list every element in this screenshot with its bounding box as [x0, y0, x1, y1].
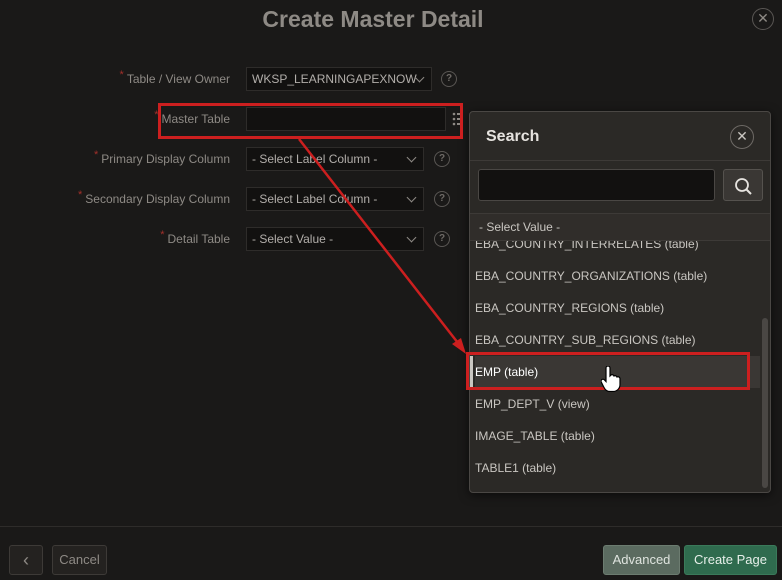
list-item[interactable]: EMP_DEPT_V (view) [475, 388, 760, 420]
help-icon[interactable]: ? [434, 231, 450, 247]
primary-display-label: Primary Display Column [101, 152, 230, 166]
list-item[interactable]: EBA_COUNTRY_REGIONS (table) [475, 292, 760, 324]
owner-select[interactable]: WKSP_LEARNINGAPEXNOW [246, 67, 432, 91]
secondary-display-label: Secondary Display Column [85, 192, 230, 206]
help-icon[interactable]: ? [441, 71, 457, 87]
close-icon[interactable]: ✕ [752, 8, 774, 30]
primary-display-value: - Select Label Column - [252, 152, 378, 166]
close-icon[interactable]: ✕ [730, 125, 754, 149]
hand-cursor-icon [601, 366, 621, 392]
master-table-highlight [158, 103, 463, 139]
chevron-down-icon [406, 192, 417, 203]
help-icon[interactable]: ? [434, 151, 450, 167]
detail-table-select[interactable]: - Select Value - [246, 227, 424, 251]
search-input[interactable] [478, 169, 715, 201]
primary-display-select[interactable]: - Select Label Column - [246, 147, 424, 171]
search-button[interactable] [723, 169, 763, 201]
required-mark: * [77, 189, 83, 201]
search-icon [735, 178, 752, 195]
help-icon[interactable]: ? [434, 191, 450, 207]
cancel-button[interactable]: Cancel [52, 545, 107, 575]
detail-table-value: - Select Value - [252, 232, 334, 246]
select-value-option[interactable]: - Select Value - [470, 213, 770, 241]
scrollbar[interactable] [762, 318, 768, 488]
list-item[interactable]: IMAGE_TABLE (table) [475, 420, 760, 452]
chevron-down-icon [406, 232, 417, 243]
dialog-title: Create Master Detail [262, 6, 484, 32]
popup-title: Search [486, 128, 540, 145]
detail-table-label: Detail Table [167, 232, 230, 246]
list-item[interactable]: TABLE1 (table) [475, 452, 760, 484]
list-item[interactable]: EBA_COUNTRY_INTERRELATES (table) [475, 241, 760, 260]
create-page-button[interactable]: Create Page [684, 545, 777, 575]
owner-label: Table / View Owner [126, 72, 230, 86]
advanced-button[interactable]: Advanced [603, 545, 680, 575]
search-popup: Search ✕ - Select Value - EBA_COUNTRY_IN… [469, 111, 771, 493]
required-mark: * [119, 69, 124, 81]
required-mark: * [94, 149, 99, 161]
secondary-display-value: - Select Label Column - [252, 192, 378, 206]
owner-value: WKSP_LEARNINGAPEXNOW [252, 72, 417, 86]
chevron-down-icon [406, 152, 417, 163]
divider [470, 160, 770, 161]
list-item[interactable]: TABLE2 (table) [475, 484, 760, 492]
required-mark: * [160, 229, 165, 241]
back-icon: ‹ [23, 550, 29, 570]
list-item[interactable]: EBA_COUNTRY_ORGANIZATIONS (table) [475, 260, 760, 292]
back-button[interactable]: ‹ [9, 545, 43, 575]
secondary-display-select[interactable]: - Select Label Column - [246, 187, 424, 211]
